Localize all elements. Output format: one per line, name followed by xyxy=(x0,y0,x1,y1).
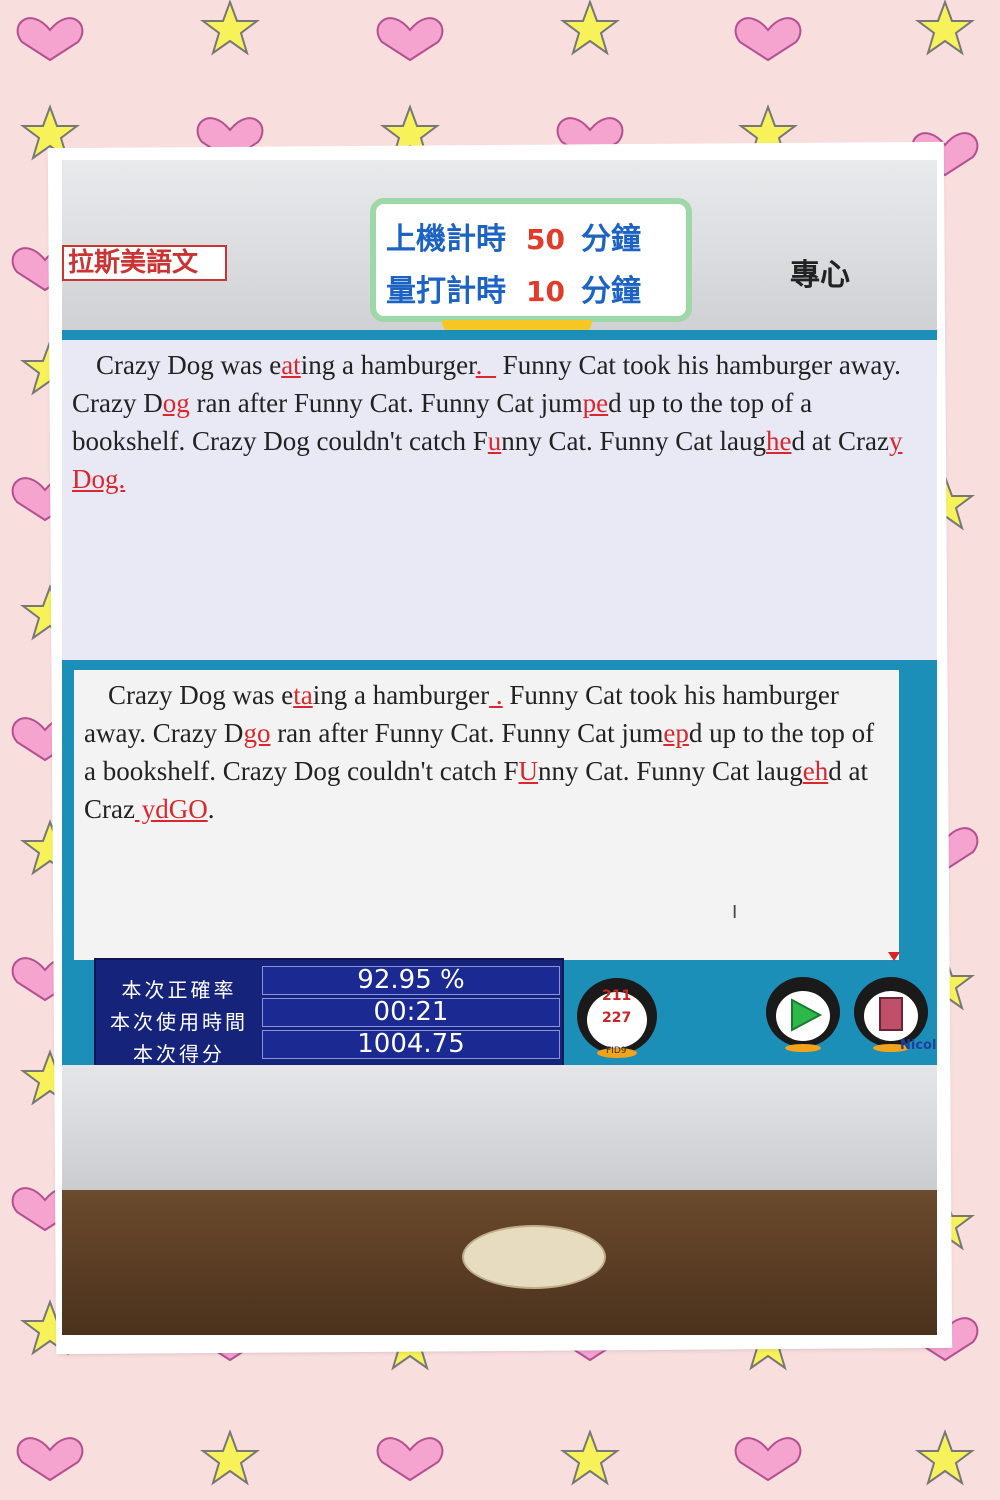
time-value: 00:21 xyxy=(262,998,560,1027)
result-stats-panel: 本次正確率 92.95 % 本次使用時間 00:21 本次得分 1004.75 xyxy=(94,958,564,1070)
timer-label: 量打計時 xyxy=(386,274,506,309)
door-icon xyxy=(879,997,903,1031)
timer-unit: 分鐘 xyxy=(580,274,641,309)
accuracy-value: 92.95 % xyxy=(262,966,560,995)
timer-row-session: 上機計時 50 分鐘 xyxy=(386,214,641,258)
monitor-screen: Crazy Dog was eating a hamburger._ Funny… xyxy=(62,330,937,1070)
wall-sign: 專心 xyxy=(790,258,850,293)
timer-unit: 分鐘 xyxy=(580,222,641,257)
play-button[interactable] xyxy=(762,970,844,1052)
timer-row-typing: 量打計時 10 分鐘 xyxy=(386,266,641,310)
school-sign: 拉斯美語文 xyxy=(62,245,227,281)
accuracy-label: 本次正確率 xyxy=(121,978,237,1002)
original-text-pane: Crazy Dog was eating a hamburger._ Funny… xyxy=(62,340,937,660)
timer-value: 10 xyxy=(526,275,565,308)
counter-current: 211 xyxy=(602,988,632,1004)
typed-text: Crazy Dog was etaing a hamburger . Funny… xyxy=(84,680,875,824)
timer-label: 上機計時 xyxy=(386,222,506,257)
counter-label: FID9 xyxy=(606,1046,627,1056)
time-label: 本次使用時間 xyxy=(110,1010,248,1034)
counter-total: 227 xyxy=(602,1010,632,1026)
marker-arrow-icon xyxy=(888,952,900,961)
timer-card: 上機計時 50 分鐘 量打計時 10 分鐘 xyxy=(370,198,692,322)
cable-grommet xyxy=(462,1225,606,1289)
score-value: 1004.75 xyxy=(262,1030,560,1059)
photo: 拉斯美語文 專心 上機計時 50 分鐘 量打計時 10 分鐘 Crazy Dog was… xyxy=(62,160,937,1335)
monitor-bezel xyxy=(62,1065,937,1195)
user-name: Nicol xyxy=(900,1038,937,1053)
text-cursor-icon: I xyxy=(732,902,738,923)
original-text: Crazy Dog was eating a hamburger._ Funny… xyxy=(72,350,903,494)
score-label: 本次得分 xyxy=(133,1042,225,1066)
timer-value: 50 xyxy=(526,223,565,256)
typing-input-pane[interactable]: Crazy Dog was etaing a hamburger . Funny… xyxy=(74,670,899,960)
